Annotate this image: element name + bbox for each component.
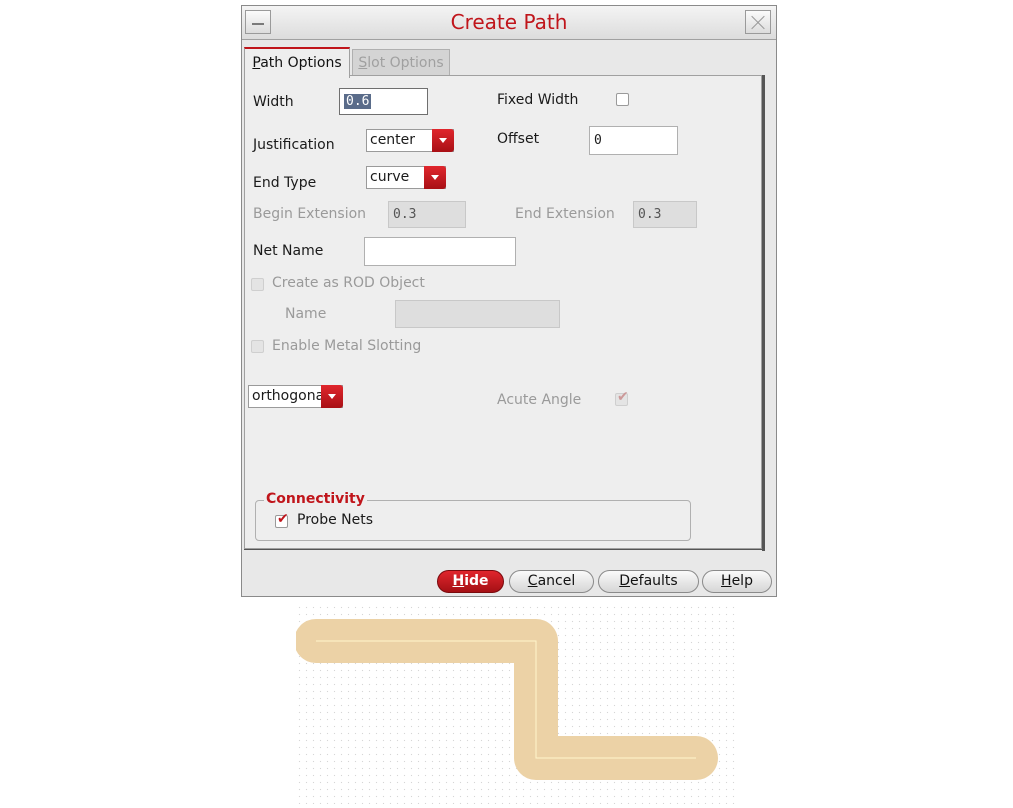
probe-nets-label: Probe Nets bbox=[297, 512, 374, 528]
begin-extension-field: 0.3 bbox=[388, 201, 466, 228]
defaults-button[interactable]: Defaults bbox=[598, 570, 699, 593]
title-bar[interactable]: Create Path bbox=[242, 6, 776, 40]
defaults-mnemonic: D bbox=[619, 573, 631, 589]
fixed-width-checkbox[interactable] bbox=[616, 93, 629, 106]
rod-name-field bbox=[395, 300, 560, 328]
metal-slotting-label: Enable Metal Slotting bbox=[272, 338, 422, 354]
end-extension-label: End Extension bbox=[515, 206, 615, 222]
path-drawing bbox=[296, 619, 718, 780]
net-name-field[interactable] bbox=[364, 237, 516, 266]
help-button[interactable]: Help bbox=[702, 570, 772, 593]
metal-slotting-checkbox bbox=[251, 340, 264, 353]
snap-mode-value: orthogonal bbox=[252, 388, 329, 404]
layout-canvas[interactable] bbox=[296, 604, 736, 804]
tab-slot-options[interactable]: Slot Options bbox=[352, 49, 450, 76]
help-mnemonic: H bbox=[721, 573, 732, 589]
net-name-label: Net Name bbox=[253, 243, 324, 259]
tab-slot-options-label: lot Options bbox=[367, 55, 444, 71]
hide-mnemonic: H bbox=[452, 573, 465, 589]
tab-path-options-label: ath Options bbox=[260, 55, 342, 71]
justification-value: center bbox=[370, 132, 416, 148]
acute-angle-checkbox: ✔ bbox=[615, 389, 629, 406]
hide-button[interactable]: Hide bbox=[437, 570, 504, 593]
tab-path-options[interactable]: Path Options bbox=[244, 47, 350, 78]
path-options-panel: Width 0.6 Fixed Width Justification cent… bbox=[244, 75, 762, 549]
close-icon[interactable] bbox=[745, 10, 771, 34]
width-field[interactable]: 0.6 bbox=[339, 88, 428, 115]
dialog-title: Create Path bbox=[450, 10, 568, 34]
end-type-select[interactable]: curve bbox=[366, 166, 446, 189]
snap-mode-select[interactable]: orthogonal bbox=[248, 385, 343, 408]
fixed-width-label: Fixed Width bbox=[497, 92, 579, 108]
cancel-mnemonic: C bbox=[527, 573, 538, 589]
end-type-value: curve bbox=[370, 169, 410, 185]
justification-select[interactable]: center bbox=[366, 129, 454, 152]
hide-label: ide bbox=[464, 573, 489, 589]
connectivity-title: Connectivity bbox=[264, 491, 367, 507]
rod-name-label: Name bbox=[285, 306, 327, 322]
tab-slot-options-mnemonic: S bbox=[358, 55, 368, 71]
create-rod-checkbox bbox=[251, 278, 264, 291]
defaults-label: efaults bbox=[630, 573, 678, 589]
checkmark-icon: ✔ bbox=[277, 511, 289, 527]
help-label: elp bbox=[731, 573, 753, 589]
drawn-path bbox=[296, 619, 718, 780]
begin-extension-label: Begin Extension bbox=[253, 206, 367, 222]
cancel-button[interactable]: Cancel bbox=[509, 570, 594, 593]
panel-shadow bbox=[762, 75, 765, 551]
end-extension-field: 0.3 bbox=[633, 201, 697, 228]
checkmark-icon: ✔ bbox=[617, 389, 629, 405]
offset-label: Offset bbox=[497, 131, 540, 147]
end-type-label: End Type bbox=[253, 175, 317, 191]
create-path-dialog: Create Path Path Options Slot Options Wi… bbox=[241, 5, 777, 597]
probe-nets-checkbox[interactable]: ✔ bbox=[275, 511, 289, 528]
offset-field[interactable]: 0 bbox=[589, 126, 678, 155]
dropdown-arrow-icon[interactable] bbox=[424, 166, 446, 189]
width-label: Width bbox=[253, 94, 294, 110]
width-value: 0.6 bbox=[344, 94, 372, 109]
justification-label: Justification bbox=[253, 137, 335, 153]
create-rod-label: Create as ROD Object bbox=[272, 275, 425, 291]
acute-angle-label: Acute Angle bbox=[497, 392, 582, 408]
cancel-label: ancel bbox=[537, 573, 576, 589]
dropdown-arrow-icon[interactable] bbox=[321, 385, 343, 408]
dropdown-arrow-icon[interactable] bbox=[432, 129, 454, 152]
